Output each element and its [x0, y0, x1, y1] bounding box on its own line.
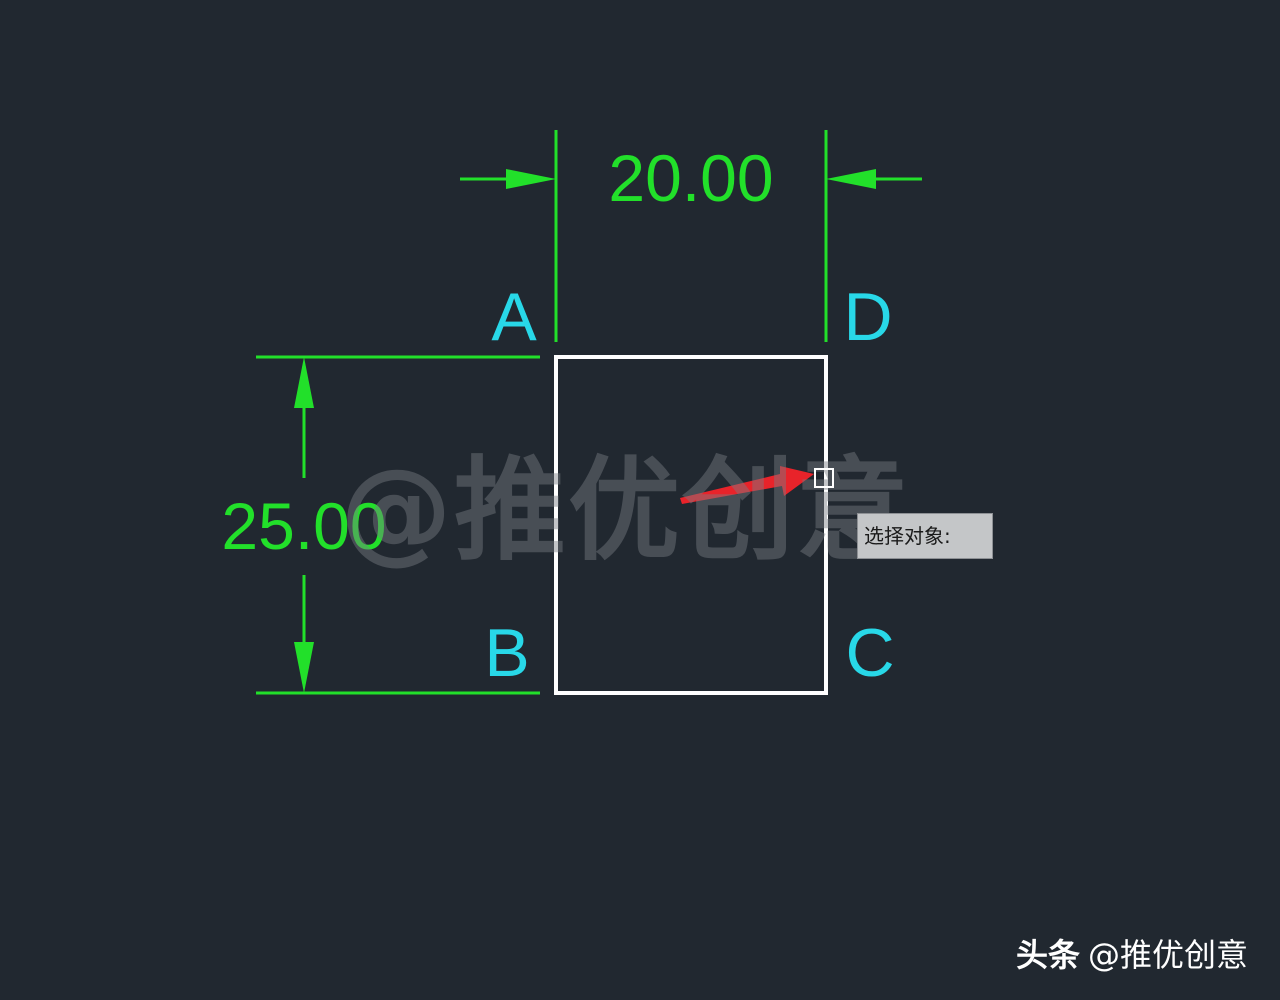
brand-handle: @推优创意 — [1087, 936, 1248, 974]
red-arrow-icon — [680, 466, 814, 504]
select-objects-tooltip: 选择对象: — [857, 513, 993, 559]
arrowhead-left-icon — [826, 169, 876, 189]
vertex-label-b: B — [484, 615, 529, 691]
brand-name: 头条 — [1015, 936, 1080, 974]
vertex-label-a: A — [491, 279, 537, 355]
vertex-label-d: D — [843, 279, 892, 355]
footer-brand: 头条 @推优创意 — [1016, 930, 1248, 976]
cad-drawing: 20.00 25.00 A B C D — [221, 130, 922, 695]
horizontal-dimension-text[interactable]: 20.00 — [608, 141, 773, 215]
drawing-canvas[interactable]: 20.00 25.00 A B C D @推优创意 选择对象: 头条 @推优创意 — [0, 0, 1280, 1000]
rectangle-abcd[interactable] — [554, 355, 828, 695]
vertex-label-c: C — [845, 615, 894, 691]
vertical-dimension-text[interactable]: 25.00 — [221, 489, 386, 563]
pickbox-icon — [814, 468, 834, 488]
arrowhead-right-icon — [506, 169, 556, 189]
arrowhead-down-icon — [294, 642, 314, 693]
arrowhead-up-icon — [294, 357, 314, 408]
